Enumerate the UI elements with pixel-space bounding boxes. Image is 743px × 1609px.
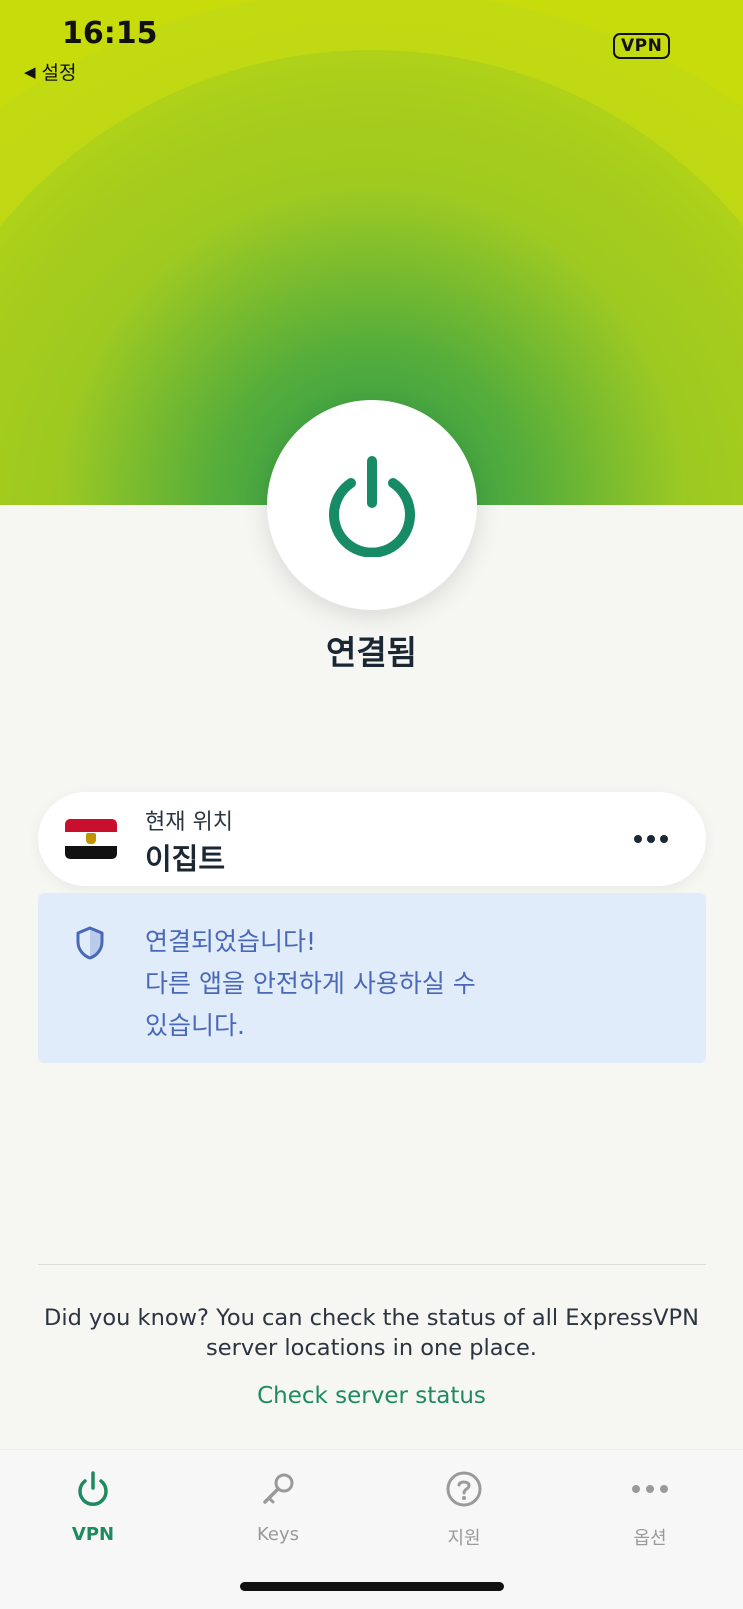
power-icon (329, 456, 415, 557)
location-label: 현재 위치 (145, 810, 233, 835)
tab-vpn-label: VPN (71, 1524, 115, 1545)
more-icon (632, 1485, 668, 1493)
home-indicator[interactable] (240, 1582, 504, 1591)
info-text: 연결되었습니다! 다른 앱을 안전하게 사용하실 수 있습니다. (145, 921, 476, 1047)
status-time: 16:15 (62, 16, 158, 51)
info-line-1: 연결되었습니다! (145, 927, 317, 956)
tab-support[interactable]: 지원 (404, 1468, 524, 1550)
location-name: 이집트 (145, 842, 226, 876)
check-server-status-link[interactable]: Check server status (0, 1383, 743, 1409)
vpn-status-badge: VPN (613, 33, 671, 59)
current-location-card[interactable]: 현재 위치 이집트 (38, 792, 706, 886)
info-line-2: 다른 앱을 안전하게 사용하실 수 (145, 969, 476, 998)
tab-options[interactable]: 옵션 (590, 1468, 710, 1550)
divider (38, 1264, 706, 1265)
tab-keys-label: Keys (256, 1524, 299, 1545)
back-label: 설정 (41, 62, 77, 84)
power-button[interactable] (267, 400, 477, 610)
tab-vpn[interactable]: VPN (33, 1468, 153, 1545)
power-icon (78, 1471, 108, 1506)
help-icon (446, 1471, 482, 1507)
egypt-flag-icon (65, 819, 117, 859)
back-arrow-icon: ◀ (24, 62, 36, 81)
tab-options-label: 옵션 (633, 1528, 667, 1549)
shield-icon (76, 926, 104, 960)
info-line-3: 있습니다. (145, 1011, 245, 1040)
key-icon (263, 1473, 294, 1504)
more-options-icon[interactable] (626, 820, 676, 858)
back-to-settings-link[interactable]: ◀ 설정 (24, 58, 77, 85)
connected-info-banner: 연결되었습니다! 다른 앱을 안전하게 사용하실 수 있습니다. (38, 893, 706, 1063)
tab-support-label: 지원 (447, 1528, 481, 1549)
connection-status: 연결됨 (325, 633, 418, 672)
tab-keys[interactable]: Keys (218, 1468, 338, 1545)
tip-text: Did you know? You can check the status o… (44, 1305, 699, 1361)
